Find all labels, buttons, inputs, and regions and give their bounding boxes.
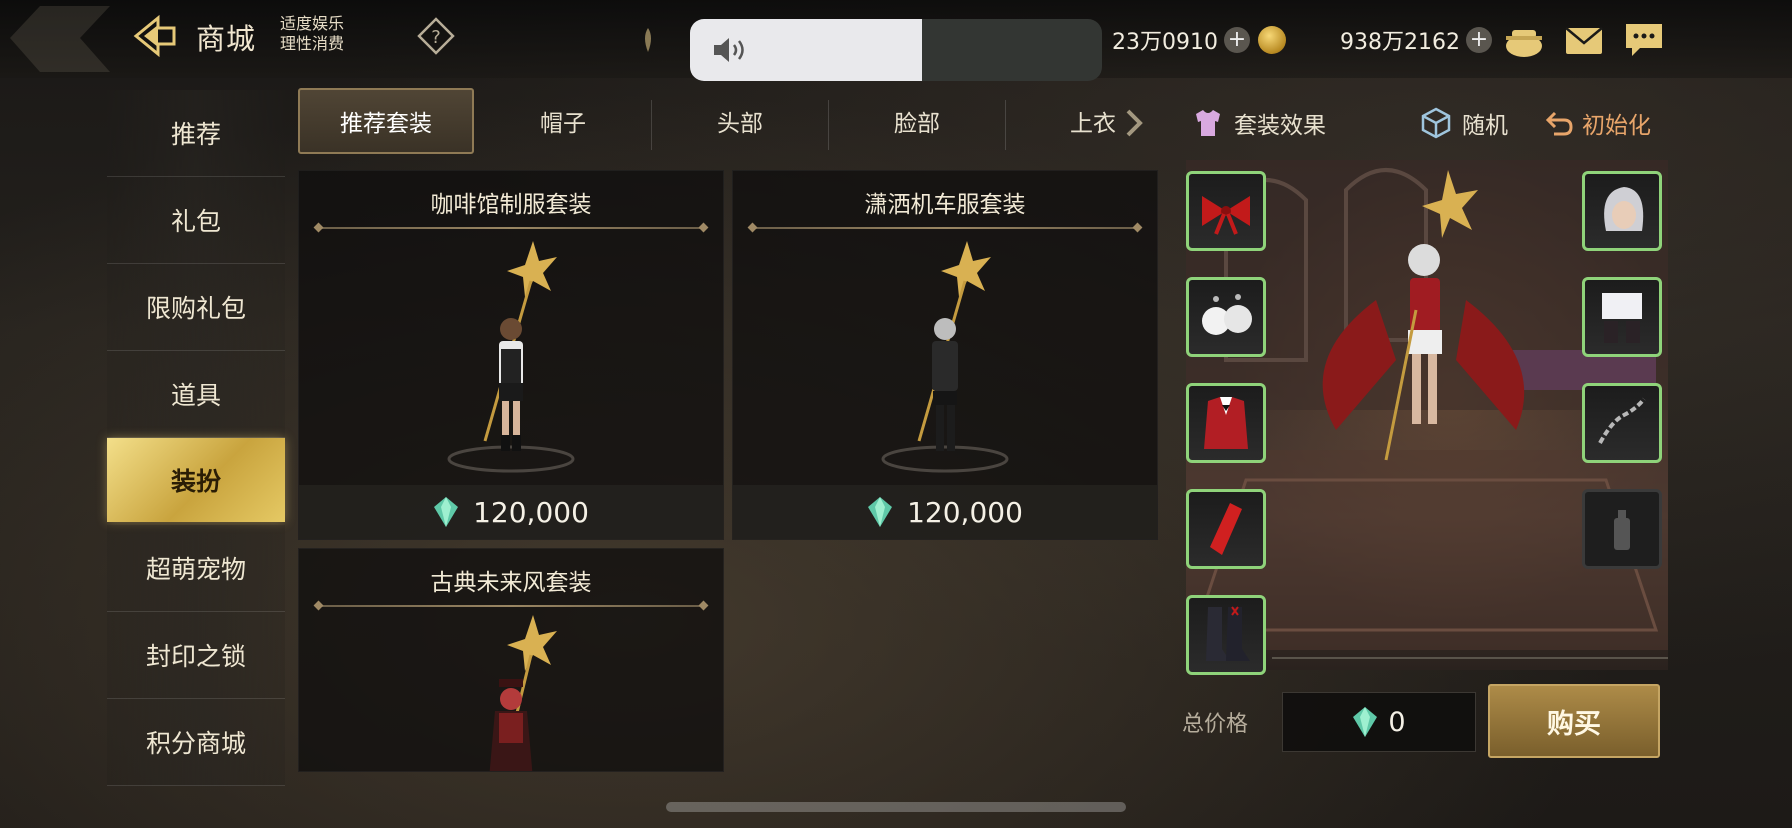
suit-card-classic-future[interactable]: 古典未来风套装 (298, 548, 724, 772)
back-button[interactable] (130, 14, 180, 58)
suit-card-title: 潇洒机车服套装 (864, 192, 1026, 218)
dice-icon (1421, 107, 1451, 139)
svg-text:?: ? (431, 27, 441, 48)
volume-icon (714, 38, 744, 62)
suit-card-biker[interactable]: 潇洒机车服套装 120,000 (732, 170, 1158, 540)
red-bow-icon (1202, 196, 1250, 235)
panel-divider (1272, 657, 1668, 659)
slot-hair[interactable] (1582, 171, 1662, 251)
suit-card-title: 咖啡馆制服套装 (430, 192, 592, 218)
tab-recommended-sets[interactable]: 推荐套装 (298, 88, 474, 154)
tab-hats[interactable]: 帽子 (478, 88, 648, 154)
red-tie-icon (1210, 503, 1242, 555)
corner-ornament-icon (10, 6, 110, 72)
reset-label: 初始化 (1582, 113, 1651, 139)
suit-card-title: 古典未来风套装 (430, 570, 592, 596)
suit-card-cafe-uniform[interactable]: 咖啡馆制服套装 120,000 (298, 170, 724, 540)
boots-icon (1206, 606, 1250, 661)
card-divider (319, 227, 703, 229)
slot-shoes[interactable] (1186, 595, 1266, 675)
gold-currency: 938万2162 + (1340, 22, 1492, 58)
reset-button[interactable]: 初始化 (1544, 106, 1651, 140)
notice-line-1: 适度娱乐 (280, 14, 345, 33)
hair-portrait-icon (1604, 187, 1644, 231)
tab-separator (1005, 100, 1006, 150)
volume-indicator (690, 19, 1102, 81)
notice-line-2: 理性消费 (280, 34, 345, 53)
wheat-icon (645, 28, 651, 52)
slot-top[interactable] (1186, 383, 1266, 463)
slot-hat[interactable] (1186, 171, 1266, 251)
gold-amount: 938万2162 (1340, 30, 1460, 55)
add-gold-button[interactable]: + (1465, 27, 1492, 53)
outfit-icon (1196, 110, 1220, 136)
sidebar-item-pets[interactable]: 超萌宠物 (107, 525, 285, 612)
diamond-currency: 23万0910 + (1112, 22, 1250, 58)
slot-tie[interactable] (1186, 489, 1266, 569)
slot-empty-spray[interactable] (1582, 489, 1662, 569)
tab-top[interactable]: 上衣 (1008, 88, 1180, 154)
fur-earrings-icon (1202, 294, 1252, 335)
suit-card-price: 120,000 (299, 485, 723, 539)
tab-separator (828, 100, 829, 150)
help-button[interactable]: ? (416, 16, 456, 56)
tab-head[interactable]: 头部 (654, 88, 826, 154)
chain-icon (1598, 397, 1646, 444)
volume-fill (690, 19, 922, 81)
sidebar-item-limited-pack[interactable]: 限购礼包 (107, 264, 285, 351)
sidebar-item-costume[interactable]: 装扮 (107, 438, 285, 522)
volume-track (922, 19, 1102, 81)
slot-necklace[interactable] (1582, 383, 1662, 463)
tab-separator (651, 100, 652, 150)
slot-skirt[interactable] (1582, 277, 1662, 357)
sidebar-item-items[interactable]: 道具 (107, 351, 285, 438)
random-label: 随机 (1462, 113, 1508, 139)
pot-icon (1506, 30, 1542, 57)
spray-can-icon (1614, 510, 1630, 550)
card-divider (753, 227, 1137, 229)
price-value: 120,000 (907, 495, 1023, 529)
diamond-amount: 23万0910 (1112, 30, 1218, 55)
suit-effect-label: 套装效果 (1234, 113, 1326, 139)
pot-button[interactable] (1502, 20, 1546, 60)
diamond-icon (868, 497, 893, 527)
suit-card-price: 120,000 (733, 485, 1157, 539)
slot-head[interactable] (1186, 277, 1266, 357)
chat-icon (1626, 24, 1662, 56)
tab-scroll-right-icon[interactable] (1124, 108, 1144, 138)
consumption-notice: 适度娱乐 理性消费 (280, 14, 344, 54)
undo-icon (1545, 111, 1573, 136)
character-figure-icon (447, 241, 575, 473)
red-vest-icon (1204, 397, 1248, 449)
character-figure-icon (881, 241, 1009, 473)
chat-button[interactable] (1622, 20, 1666, 60)
sidebar-item-seal-lock[interactable]: 封印之锁 (107, 612, 285, 699)
mail-icon (1565, 27, 1603, 54)
mail-button[interactable] (1562, 20, 1606, 60)
suit-effect-button[interactable]: 套装效果 (1192, 106, 1326, 140)
character-figure-icon (489, 615, 557, 771)
tab-face[interactable]: 脸部 (830, 88, 1004, 154)
total-price-label: 总价格 (1182, 712, 1249, 737)
back-arrow-icon (133, 14, 176, 58)
coin-icon (1258, 26, 1322, 54)
total-price-box: 0 (1282, 692, 1476, 752)
home-indicator[interactable] (666, 802, 1126, 812)
add-diamond-button[interactable]: + (1223, 27, 1250, 53)
card-divider (319, 605, 703, 607)
skirt-icon (1602, 293, 1642, 343)
sidebar-item-recommend[interactable]: 推荐 (107, 90, 285, 177)
diamond-icon (434, 497, 459, 527)
random-button[interactable]: 随机 (1420, 106, 1508, 140)
total-price-value: 0 (1388, 706, 1406, 738)
diamond-icon (1353, 707, 1378, 737)
sidebar-item-points-shop[interactable]: 积分商城 (107, 699, 285, 786)
help-icon: ? (417, 17, 455, 55)
page-title: 商城 (196, 22, 257, 56)
buy-button[interactable]: 购买 (1488, 684, 1660, 758)
sidebar-item-gift-pack[interactable]: 礼包 (107, 177, 285, 264)
price-value: 120,000 (473, 495, 589, 529)
